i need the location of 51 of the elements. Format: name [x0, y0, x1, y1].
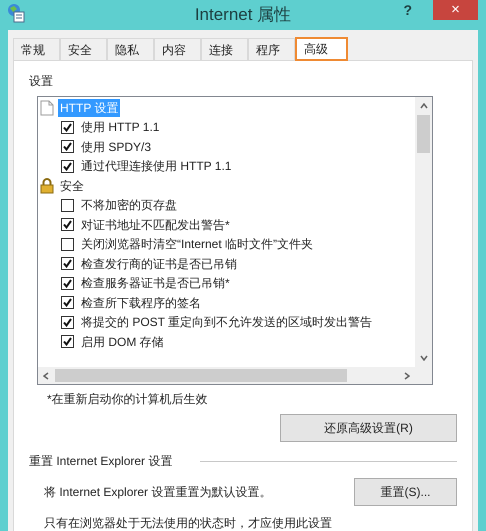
checkbox[interactable] — [61, 276, 74, 290]
help-button[interactable]: ? — [399, 0, 416, 21]
horizontal-scrollbar[interactable] — [38, 367, 432, 384]
scroll-right-icon[interactable] — [404, 372, 410, 380]
scroll-thumb[interactable] — [417, 115, 430, 153]
tab[interactable]: 常规 — [13, 38, 60, 60]
setting-label: 启用 DOM 存储 — [81, 334, 164, 351]
reset-description: 将 Internet Explorer 设置重置为默认设置。 — [44, 484, 272, 501]
tab[interactable]: 高级 — [295, 37, 348, 61]
setting-label: 使用 SPDY/3 — [81, 138, 152, 156]
setting-label: 检查所下载程序的签名 — [81, 294, 201, 312]
scroll-down-icon[interactable] — [420, 355, 428, 361]
note-text: *在重新启动你的计算机后生效 — [47, 391, 209, 408]
window-title: Internet 属性 — [194, 4, 292, 26]
scroll-up-icon[interactable] — [420, 103, 428, 109]
tab[interactable]: 内容 — [154, 38, 201, 60]
checkbox[interactable] — [61, 316, 74, 329]
group-label: 设置 — [29, 73, 54, 90]
page-icon — [40, 100, 54, 116]
reset-button[interactable]: 重置(S)... — [354, 478, 457, 506]
setting-label: 关闭浏览器时清空“Internet 临时文件”文件夹 — [81, 236, 314, 254]
scroll-left-icon[interactable] — [43, 372, 49, 380]
setting-label: 检查服务器证书是否已吊销* — [81, 275, 230, 292]
section-title: 重置 Internet Explorer 设置 — [29, 453, 172, 470]
checkbox[interactable] — [61, 120, 74, 134]
lock-icon — [40, 178, 54, 194]
checkbox[interactable] — [61, 140, 74, 154]
globe-icon — [7, 3, 25, 23]
tree-group-item[interactable]: 安全 — [58, 176, 86, 195]
setting-label: 对证书地址不匹配发出警告* — [81, 216, 230, 234]
restore-advanced-button[interactable]: 还原高级设置(R) — [280, 414, 457, 442]
checkbox[interactable] — [61, 257, 74, 270]
tab[interactable]: 连接 — [201, 38, 248, 60]
setting-label: 不将加密的页存盘 — [81, 197, 177, 214]
setting-label: 检查发行商的证书是否已吊销 — [81, 256, 237, 273]
setting-label: 使用 HTTP 1.1 — [81, 119, 160, 136]
checkbox[interactable] — [61, 238, 74, 251]
vertical-scrollbar[interactable] — [415, 97, 432, 367]
checkbox[interactable] — [61, 198, 74, 212]
reset-note: 只有在浏览器处于无法使用的状态时，才应使用此设置 — [44, 515, 333, 531]
tab[interactable]: 隐私 — [107, 38, 154, 60]
checkbox[interactable] — [61, 160, 74, 173]
setting-label: 通过代理连接使用 HTTP 1.1 — [81, 158, 232, 176]
close-button[interactable]: × — [433, 0, 478, 20]
checkbox[interactable] — [61, 218, 74, 232]
scroll-thumb[interactable] — [55, 369, 347, 382]
tab[interactable]: 程序 — [248, 38, 295, 60]
checkbox[interactable] — [61, 335, 74, 348]
setting-label: 将提交的 POST 重定向到不允许发送的区域时发出警告 — [81, 314, 372, 332]
checkbox[interactable] — [61, 296, 74, 310]
tab[interactable]: 安全 — [60, 38, 107, 60]
